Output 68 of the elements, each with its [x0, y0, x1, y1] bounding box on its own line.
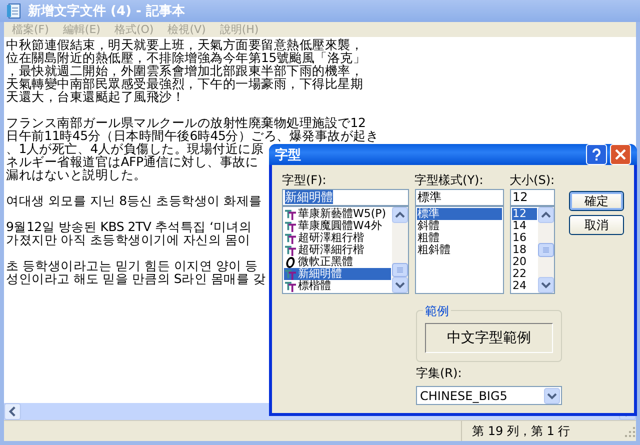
- question-mark-icon: [590, 148, 603, 161]
- size-input-field[interactable]: 12: [510, 189, 556, 206]
- text-line: フランス南部ガール県マルクールの放射性廃棄物処理施設で12: [6, 116, 366, 129]
- truetype-icon: [285, 232, 296, 244]
- text-line: 、1人が死亡、4人が負傷した。現場付近に原: [6, 142, 264, 155]
- list-item[interactable]: 18: [512, 244, 538, 256]
- truetype-icon: [285, 208, 296, 220]
- close-button[interactable]: [610, 144, 631, 165]
- truetype-icon: [285, 280, 296, 292]
- list-item[interactable]: 華康魔圓體W4外: [284, 220, 391, 232]
- text-line: 성인이라고 해도 믿을 만큼의 S라인 몸매를 갖: [6, 272, 266, 285]
- scroll-up-icon[interactable]: [392, 207, 408, 223]
- notepad-icon: [6, 3, 22, 19]
- text-line: 여대생 외모를 지닌 8등신 초등학생이 화제를: [6, 194, 262, 207]
- status-position: 第 19 列，第 1 行: [461, 421, 622, 441]
- list-item[interactable]: 微軟正黑體: [284, 256, 391, 268]
- font-input-field[interactable]: 新細明體: [282, 189, 409, 206]
- list-item[interactable]: 粗斜體: [416, 244, 502, 256]
- field-label: 大小(S):: [510, 173, 556, 187]
- style-input-field[interactable]: 標準: [414, 189, 504, 206]
- list-item[interactable]: 標準: [416, 208, 502, 220]
- scroll-thumb[interactable]: [392, 263, 408, 277]
- truetype-icon: [285, 268, 296, 280]
- list-item[interactable]: 16: [512, 232, 538, 244]
- scroll-down-icon[interactable]: [538, 277, 554, 293]
- list-item[interactable]: 粗體: [416, 232, 502, 244]
- list-item[interactable]: 斜體: [416, 220, 502, 232]
- scroll-thumb[interactable]: [538, 243, 554, 257]
- text-line: 漏れはないと説明した。: [6, 168, 146, 181]
- list-item[interactable]: 超研澤粗行楷: [284, 232, 391, 244]
- list-item[interactable]: 22: [512, 268, 538, 280]
- list-item[interactable]: 14: [512, 220, 538, 232]
- close-icon: [614, 148, 627, 161]
- dialog-title: 字型: [275, 146, 302, 164]
- text-line: 9월12일 방송된 KBS 2TV 추석특집 ‘미녀의: [6, 220, 252, 233]
- field-label: 字型(F):: [282, 173, 328, 187]
- list-item[interactable]: 20: [512, 256, 538, 268]
- window-title: 新增文字文件 (4) - 記事本: [28, 2, 185, 20]
- text-line: 日午前11時45分（日本時間午後6時45分）ごろ、爆発事故が起き: [6, 129, 379, 142]
- scroll-up-icon[interactable]: [538, 207, 554, 223]
- text-line: 中秋節連假結束，明天就要上班，天氣方面要留意熱低壓來襲，: [6, 38, 363, 51]
- text-line: 天氣轉變中南部民眾感受最強烈，下午的一場豪雨，下得比星期: [6, 77, 363, 90]
- text-line: ，最快就週二開始，外圍雲系會增加北部跟東半部下雨的機率，: [6, 64, 363, 77]
- truetype-icon: [285, 244, 296, 256]
- list-item[interactable]: 24: [512, 280, 538, 292]
- charset-dropdown[interactable]: CHINESE_BIG5: [416, 386, 562, 405]
- list-item[interactable]: 超研澤細行楷: [284, 244, 391, 256]
- text-line: 位在關島附近的熱低壓，不排除增強為今年第15號颱風「洛克」: [6, 51, 366, 64]
- group-label: 範例: [423, 303, 451, 320]
- list-item[interactable]: 標楷體: [284, 280, 391, 292]
- list-item[interactable]: 新細明體: [284, 268, 391, 280]
- text-line: 초 등학생이라고는 믿기 힘든 이지연 양이 등: [6, 259, 258, 272]
- text-line: ネルギー省報道官はAFP通信に対し、事故に: [6, 155, 258, 168]
- help-button[interactable]: [586, 144, 607, 165]
- field-label: 字型樣式(Y):: [414, 173, 484, 187]
- field-label: 字集(R):: [416, 366, 463, 380]
- list-item[interactable]: 12: [512, 208, 538, 220]
- resize-grip-icon[interactable]: [622, 424, 636, 438]
- text-line: 天還大，台東還颳起了風飛沙！: [6, 90, 184, 103]
- text-line: 가졌지만 아직 초등학생이기에 자신의 몸이: [6, 233, 250, 246]
- scroll-left-icon[interactable]: [4, 403, 21, 420]
- scroll-down-icon[interactable]: [392, 277, 408, 293]
- dialog-button[interactable]: 確定: [569, 191, 624, 211]
- list-item[interactable]: 華康新藝體W5(P): [284, 208, 391, 220]
- sample-text: 中文字型範例: [425, 323, 553, 353]
- truetype-icon: [285, 220, 296, 232]
- opentype-icon: [285, 256, 296, 268]
- dialog-button[interactable]: 取消: [569, 215, 624, 235]
